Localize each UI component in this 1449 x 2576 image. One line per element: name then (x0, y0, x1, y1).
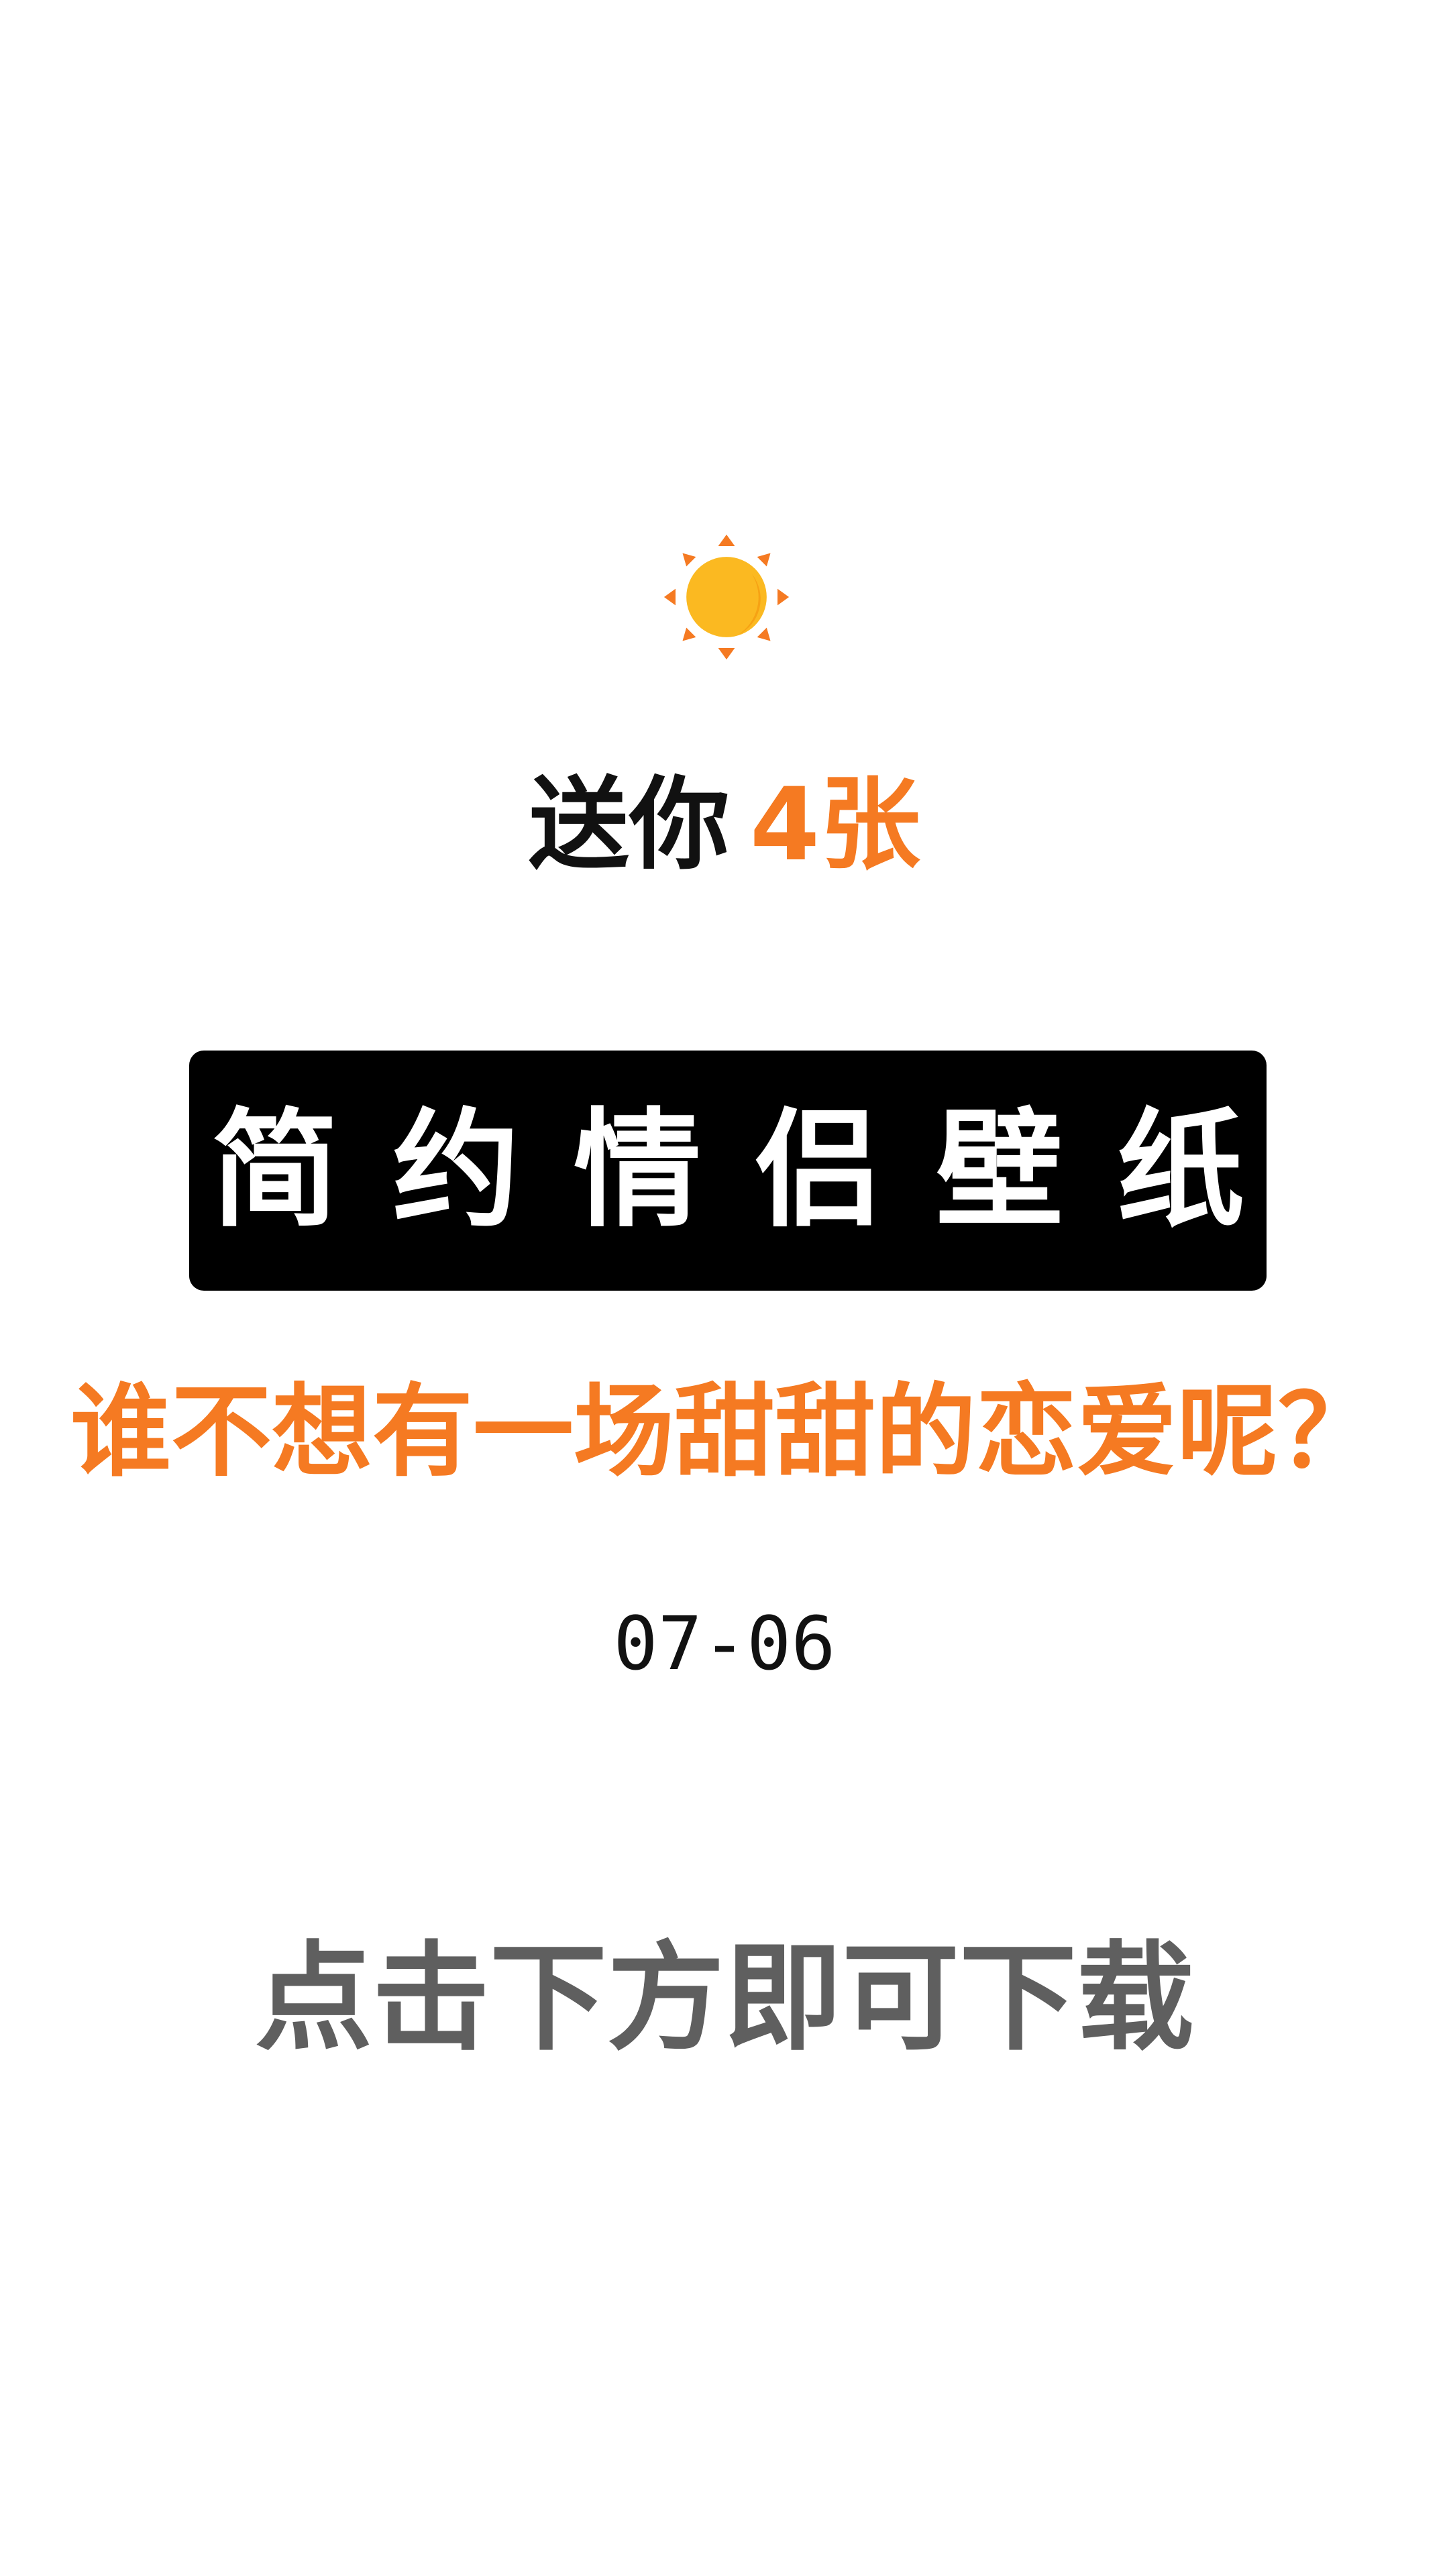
subtitle: 谁不想有一场甜甜的恋爱呢？ (70, 1374, 1379, 1491)
gift-count: 4张 (749, 767, 921, 883)
date-label: 07-06 (613, 1601, 836, 1686)
gift-line: 送你 4张 (0, 768, 1449, 882)
banner-title: 简约情侣壁纸 (211, 1096, 1298, 1244)
sun-icon (663, 534, 790, 660)
title-banner: 简约情侣壁纸 (189, 1051, 1267, 1291)
gift-prefix: 送你 (528, 767, 730, 883)
download-prompt: 点击下方即可下载 (255, 1931, 1194, 2067)
